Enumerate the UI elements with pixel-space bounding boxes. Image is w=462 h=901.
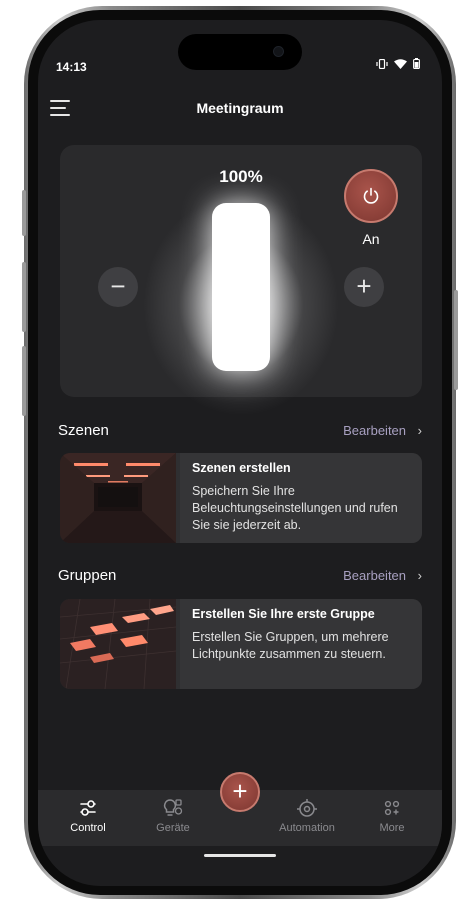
scenes-edit-label: Bearbeiten [343,423,407,438]
add-button[interactable]: + [220,772,260,812]
scenes-edit-link[interactable]: Bearbeiten › [343,423,422,438]
power-button[interactable] [344,169,398,223]
scene-card-content: Szenen erstellen Speichern Sie Ihre Bele… [180,453,422,543]
phone-side-button [454,290,458,390]
more-grid-icon [357,796,427,820]
groups-edit-label: Bearbeiten [343,568,407,583]
scenes-section-title: Szenen [58,422,109,439]
tab-automation[interactable]: Automation [272,796,342,834]
create-scene-card[interactable]: Szenen erstellen Speichern Sie Ihre Bele… [60,453,422,543]
decrease-brightness-button[interactable]: − [98,267,138,307]
phone-side-button [22,346,26,416]
create-group-card[interactable]: Erstellen Sie Ihre erste Gruppe Erstelle… [60,599,422,689]
automation-icon [272,796,342,820]
tab-geraete[interactable]: Geräte [138,796,208,834]
group-card-content: Erstellen Sie Ihre erste Gruppe Erstelle… [180,599,422,689]
chevron-right-icon: › [417,568,422,583]
group-card-heading: Erstellen Sie Ihre erste Gruppe [192,607,375,621]
dynamic-island [178,34,302,70]
power-state-label: An [362,231,380,247]
wifi-icon [394,58,407,72]
tab-label: Automation [279,822,335,834]
brightness-slider[interactable] [212,203,270,371]
page-title: Meetingraum [196,100,284,116]
scene-card-heading: Szenen erstellen [192,461,291,475]
scene-illustration [60,453,176,543]
group-card-body: Erstellen Sie Gruppen, um mehrere Lichtp… [192,630,389,661]
chevron-right-icon: › [417,423,422,438]
vibrate-icon [376,58,388,72]
tab-more[interactable]: More [357,796,427,834]
camera-icon [273,46,284,57]
increase-brightness-button[interactable]: + [344,267,384,307]
group-illustration [60,599,176,689]
tab-control[interactable]: Control [53,796,123,834]
home-indicator[interactable] [204,854,276,857]
status-time: 14:13 [56,60,87,74]
groups-section-title: Gruppen [58,567,117,584]
battery-icon [413,58,420,72]
app-screen: 14:13 Meetingraum 100% − + An Szenen Bea… [38,20,442,886]
phone-side-button [22,262,26,332]
bulb-devices-icon [138,796,208,820]
power-icon [363,187,379,204]
phone-side-button [22,190,26,236]
light-control-card: 100% − + An [60,145,422,435]
tab-label: Geräte [156,822,190,834]
scene-card-body: Speichern Sie Ihre Beleuchtungseinstellu… [192,484,398,532]
tab-label: Control [70,822,106,834]
status-icons [376,58,420,72]
sliders-icon [53,796,123,820]
groups-edit-link[interactable]: Bearbeiten › [343,568,422,583]
tab-label: More [379,822,405,834]
